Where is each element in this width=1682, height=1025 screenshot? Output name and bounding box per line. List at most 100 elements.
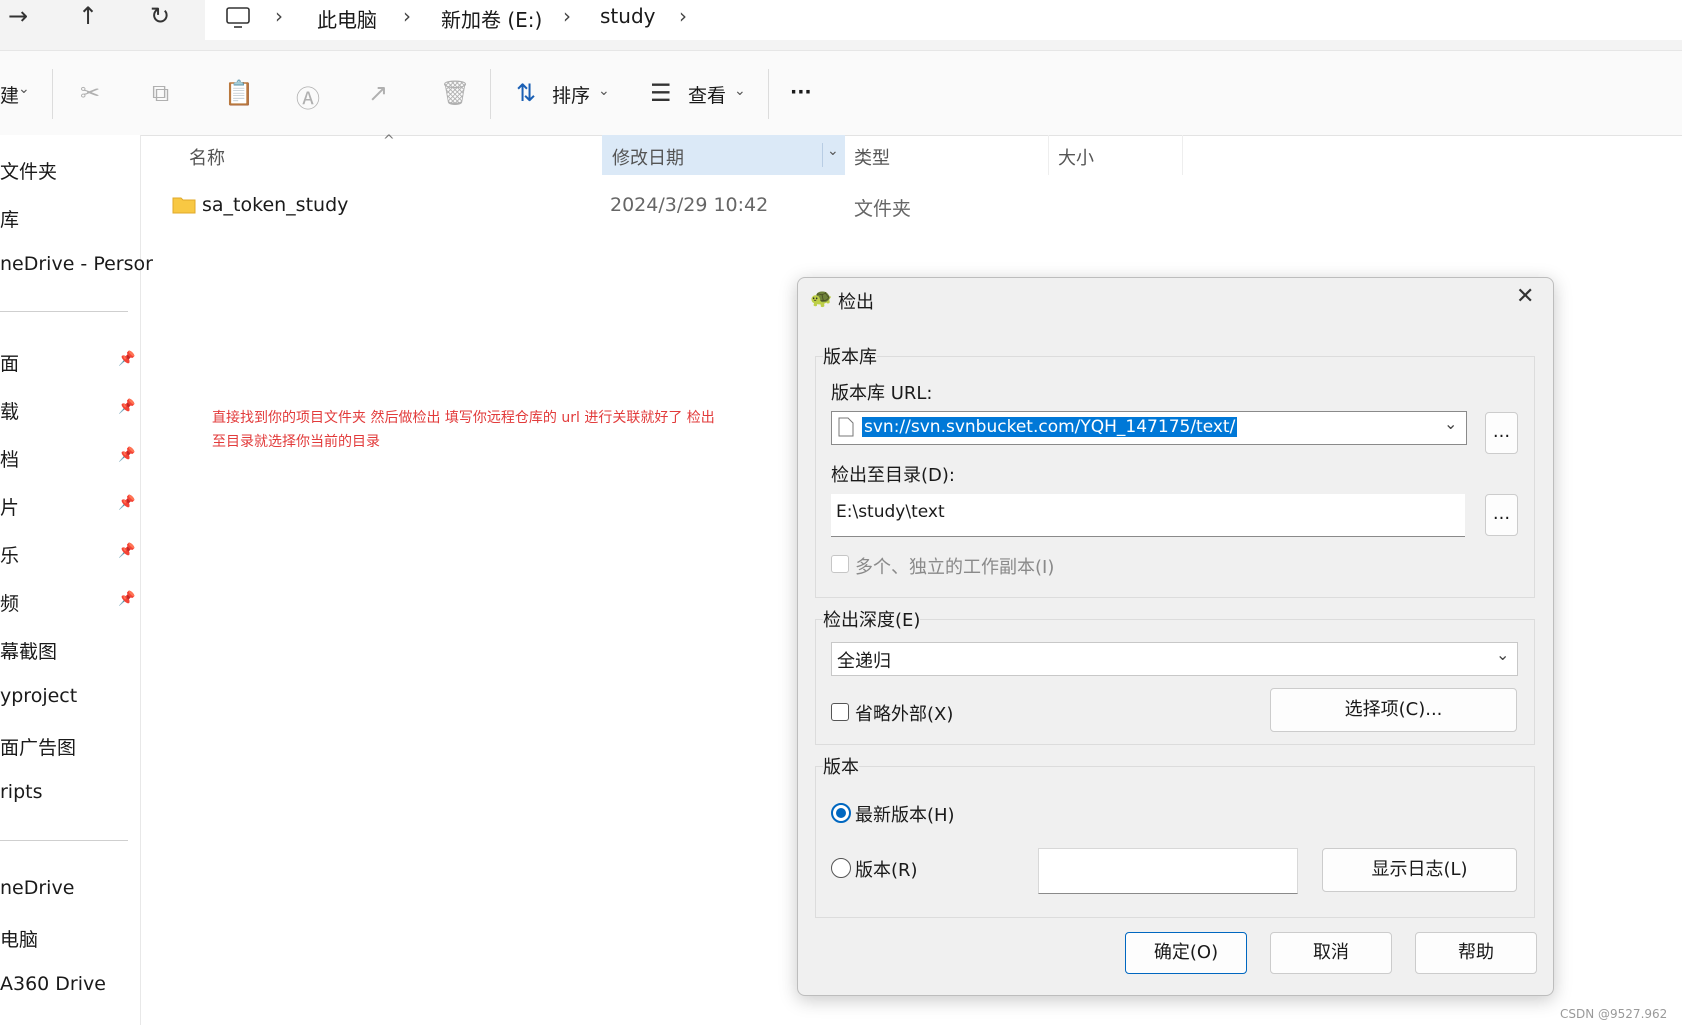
view-button[interactable]: 查看 <box>688 81 726 108</box>
sort-ascending-icon: ^ <box>383 133 395 149</box>
sort-icon[interactable]: ⇅ <box>516 79 536 107</box>
repository-group-label: 版本库 <box>823 343 877 369</box>
sidebar-item-desktop[interactable]: 面 <box>0 349 19 376</box>
sidebar-item-myproject[interactable]: yproject <box>0 685 77 707</box>
refresh-icon[interactable]: ↻ <box>150 2 170 30</box>
share-icon[interactable]: ↗ <box>368 79 388 107</box>
pin-icon: 📌 <box>118 447 136 463</box>
file-name: sa_token_study <box>202 194 349 216</box>
annotation-line-2: 至目录就选择你当前的目录 <box>212 434 380 450</box>
file-type: 文件夹 <box>854 198 912 220</box>
breadcrumb[interactable]: › 此电脑 › 新加卷 (E:) › study › <box>205 0 1682 40</box>
chevron-down-icon: ⌄ <box>18 81 30 97</box>
url-label: 版本库 URL: <box>831 383 933 404</box>
specific-revision-radio[interactable] <box>831 858 851 878</box>
navigation-pane: 文件夹 库 neDrive - Persor 面 📌 载 📌 档 📌 片 📌 乐… <box>0 135 153 1025</box>
browse-url-button[interactable]: ... <box>1485 412 1518 454</box>
breadcrumb-study[interactable]: study <box>600 4 655 28</box>
pin-icon: 📌 <box>118 399 136 415</box>
chevron-right-icon: › <box>275 4 283 28</box>
help-button[interactable]: 帮助 <box>1415 932 1537 974</box>
chevron-down-icon[interactable]: ⌄ <box>822 143 839 167</box>
tortoise-icon: 🐢 <box>810 288 833 309</box>
specific-revision-label: 版本(R) <box>855 860 918 881</box>
revision-group <box>815 766 1535 918</box>
checkout-dialog: 🐢 检出 ✕ 版本库 版本库 URL: svn://svn.svnbucket.… <box>797 277 1554 996</box>
column-header-name[interactable]: 名称 ^ <box>175 133 600 175</box>
divider <box>490 69 491 119</box>
document-icon <box>838 417 854 437</box>
omit-externals-label: 省略外部(X) <box>855 704 954 725</box>
revision-input[interactable] <box>1038 848 1298 894</box>
head-revision-label: 最新版本(H) <box>855 805 955 826</box>
new-button[interactable]: 建 <box>0 81 19 108</box>
checkout-dir-label: 检出至目录(D): <box>831 465 955 486</box>
depth-group-label: 检出深度(E) <box>823 606 921 632</box>
sidebar-item-library[interactable]: 库 <box>0 205 19 232</box>
options-button[interactable]: 选择项(C)... <box>1270 688 1517 732</box>
breadcrumb-drive-e[interactable]: 新加卷 (E:) <box>441 4 542 33</box>
more-options-button[interactable]: ··· <box>790 81 812 103</box>
rename-icon[interactable]: Ⓐ <box>296 79 320 114</box>
chevron-down-icon: ⌄ <box>734 83 746 99</box>
sidebar-item-desktop-ads[interactable]: 面广告图 <box>0 733 76 760</box>
divider <box>0 840 128 841</box>
sidebar-item-onedrive-personal[interactable]: neDrive - Persor <box>0 253 153 275</box>
watermark-text: CSDN @9527.962 <box>1560 1007 1668 1021</box>
sidebar-item-documents[interactable]: 档 <box>0 445 19 472</box>
browse-dir-button[interactable]: ... <box>1485 494 1518 536</box>
breadcrumb-this-pc[interactable]: 此电脑 <box>317 4 377 33</box>
ok-button[interactable]: 确定(O) <box>1125 932 1247 974</box>
pin-icon: 📌 <box>118 351 136 367</box>
pin-icon: 📌 <box>118 543 136 559</box>
head-revision-radio[interactable] <box>831 803 851 823</box>
chevron-down-icon: ⌄ <box>598 83 610 99</box>
chevron-down-icon[interactable]: ⌄ <box>1444 414 1457 433</box>
arrow-up-icon[interactable]: ↑ <box>78 2 98 30</box>
sidebar-item-videos[interactable]: 频 <box>0 589 19 616</box>
copy-icon[interactable]: ⧉ <box>152 79 169 107</box>
dialog-title: 检出 <box>838 292 874 313</box>
column-header-modified[interactable]: 修改日期 ⌄ <box>602 135 845 175</box>
multi-copy-checkbox[interactable] <box>831 555 849 573</box>
column-type-label: 类型 <box>854 148 890 169</box>
sidebar-item-scripts[interactable]: ripts <box>0 781 43 803</box>
column-header-type[interactable]: 类型 <box>848 135 1049 175</box>
column-size-label: 大小 <box>1058 148 1094 169</box>
folder-icon <box>172 197 196 214</box>
pin-icon: 📌 <box>118 495 136 511</box>
show-log-button[interactable]: 显示日志(L) <box>1322 848 1517 892</box>
sidebar-item-music[interactable]: 乐 <box>0 541 19 568</box>
depth-select[interactable]: 全递归 ⌄ <box>831 642 1518 676</box>
file-modified: 2024/3/29 10:42 <box>610 194 769 216</box>
delete-icon[interactable]: 🗑 <box>440 79 470 107</box>
sort-button[interactable]: 排序 <box>552 81 590 108</box>
sidebar-item-downloads[interactable]: 载 <box>0 397 19 424</box>
arrow-right-icon[interactable]: → <box>8 2 28 30</box>
url-combobox[interactable]: svn://svn.svnbucket.com/YQH_147175/text/… <box>831 411 1467 445</box>
omit-externals-checkbox[interactable] <box>831 703 849 721</box>
divider <box>0 311 128 312</box>
url-input[interactable]: svn://svn.svnbucket.com/YQH_147175/text/ <box>862 417 1238 437</box>
sidebar-item-folder[interactable]: 文件夹 <box>0 157 57 184</box>
chevron-right-icon: › <box>563 4 571 28</box>
cut-icon[interactable]: ✂ <box>80 79 100 107</box>
checkout-dir-field[interactable]: E:\study\text <box>831 494 1465 537</box>
column-name-label: 名称 <box>189 148 225 169</box>
cancel-button[interactable]: 取消 <box>1270 932 1392 974</box>
sidebar-item-screenshots[interactable]: 幕截图 <box>0 637 57 664</box>
url-value: svn://svn.svnbucket.com/YQH_147175/text/ <box>862 417 1238 437</box>
sidebar-item-a360-drive[interactable]: A360 Drive <box>0 973 106 995</box>
column-header-size[interactable]: 大小 <box>1052 135 1183 175</box>
command-bar: 建 ⌄ ✂ ⧉ 📋 Ⓐ ↗ 🗑 ⇅ 排序 ⌄ ☰ 查看 ⌄ ··· <box>0 51 1682 136</box>
address-bar: → ↑ ↻ › 此电脑 › 新加卷 (E:) › study › <box>0 0 1682 51</box>
multi-copy-label: 多个、独立的工作副本(I) <box>855 557 1055 578</box>
table-row[interactable]: sa_token_study 2024/3/29 10:42 文件夹 <box>160 190 1180 226</box>
close-icon[interactable]: ✕ <box>1516 284 1534 309</box>
sidebar-item-this-pc[interactable]: 电脑 <box>0 925 38 952</box>
view-icon[interactable]: ☰ <box>650 79 672 107</box>
divider <box>768 69 769 119</box>
sidebar-item-pictures[interactable]: 片 <box>0 493 19 520</box>
sidebar-item-onedrive[interactable]: neDrive <box>0 877 74 899</box>
paste-icon[interactable]: 📋 <box>224 79 254 107</box>
